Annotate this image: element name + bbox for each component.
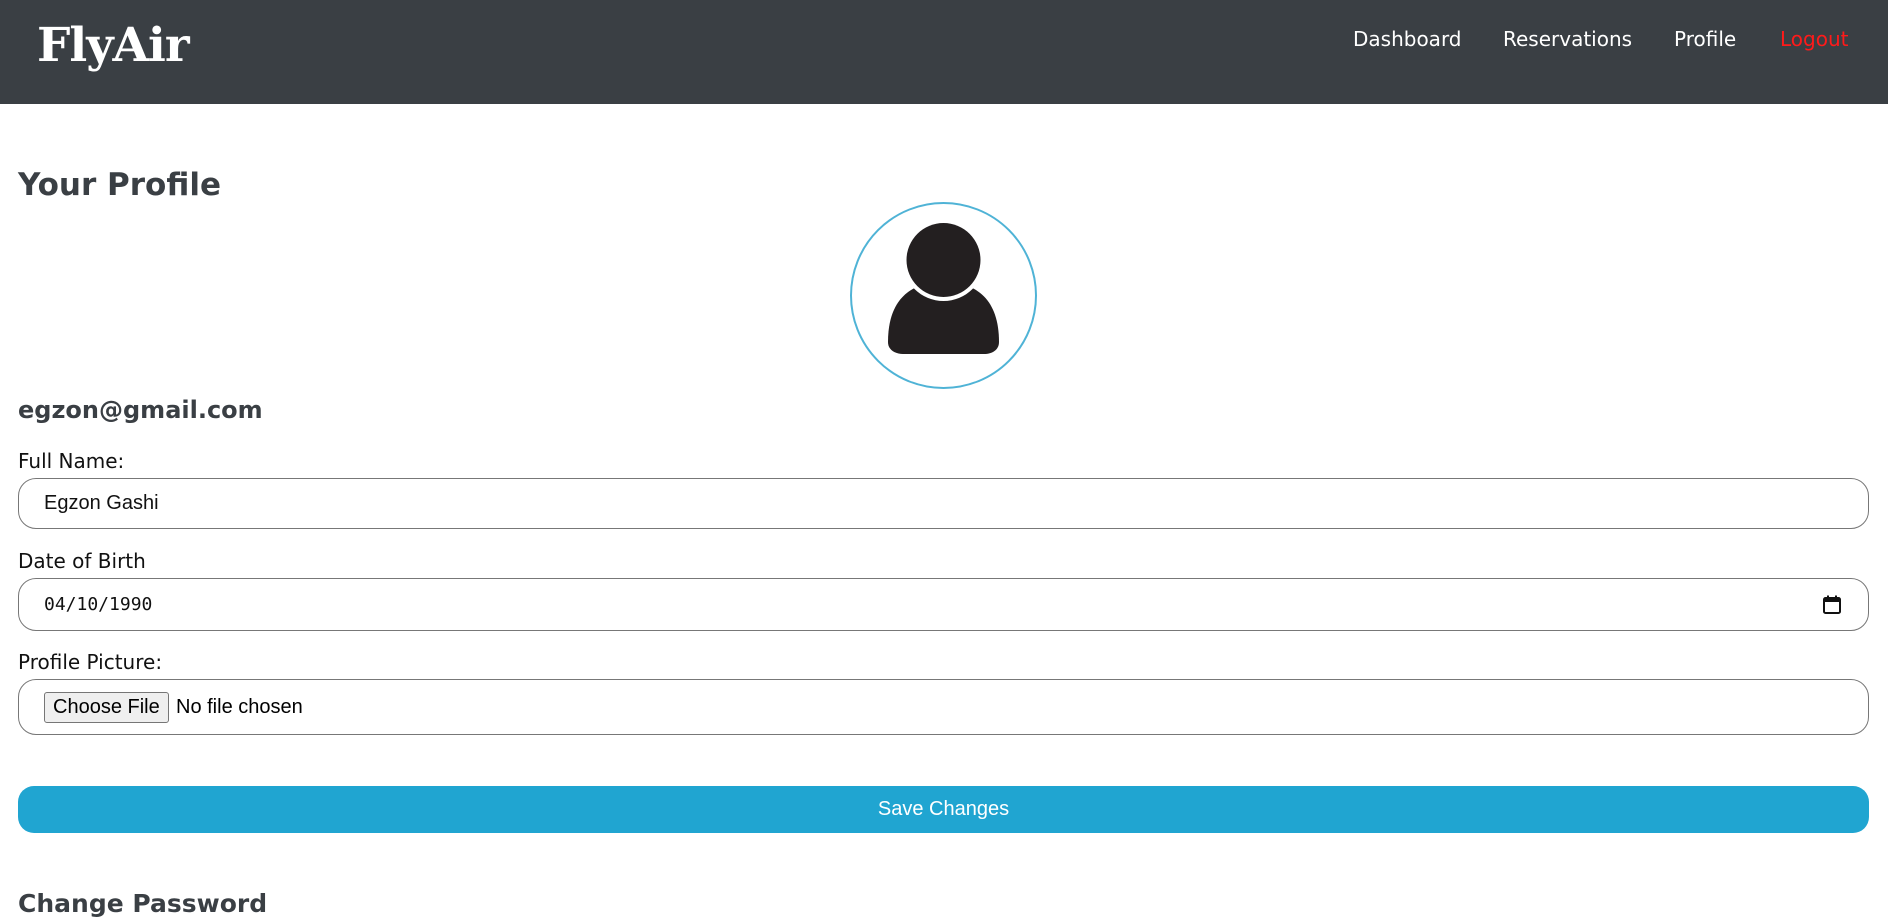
nav-link-logout[interactable]: Logout: [1780, 27, 1848, 51]
user-silhouette-icon: [888, 219, 999, 354]
page-title: Your Profile: [18, 167, 221, 203]
nav-link-profile[interactable]: Profile: [1674, 27, 1736, 51]
user-email: egzon@gmail.com: [18, 396, 263, 424]
full-name-input[interactable]: [18, 478, 1869, 529]
nav-link-reservations[interactable]: Reservations: [1503, 27, 1632, 51]
avatar: [850, 202, 1037, 389]
choose-file-button[interactable]: Choose File: [44, 692, 169, 723]
save-changes-button[interactable]: Save Changes: [18, 786, 1869, 833]
file-status-text: No file chosen: [176, 696, 303, 718]
profile-picture-label: Profile Picture:: [18, 650, 163, 674]
date-of-birth-label: Date of Birth: [18, 549, 146, 573]
top-navbar: FlyAir Dashboard Reservations Profile Lo…: [0, 0, 1888, 104]
brand-logo[interactable]: FlyAir: [37, 18, 190, 73]
change-password-title: Change Password: [18, 889, 268, 918]
profile-picture-input[interactable]: Choose File No file chosen: [18, 679, 1869, 735]
calendar-icon[interactable]: [1822, 595, 1842, 615]
date-of-birth-input[interactable]: 04/10/1990: [18, 578, 1869, 631]
full-name-label: Full Name:: [18, 449, 125, 473]
nav-link-dashboard[interactable]: Dashboard: [1353, 27, 1462, 51]
date-of-birth-value[interactable]: 04/10/1990: [44, 594, 152, 615]
